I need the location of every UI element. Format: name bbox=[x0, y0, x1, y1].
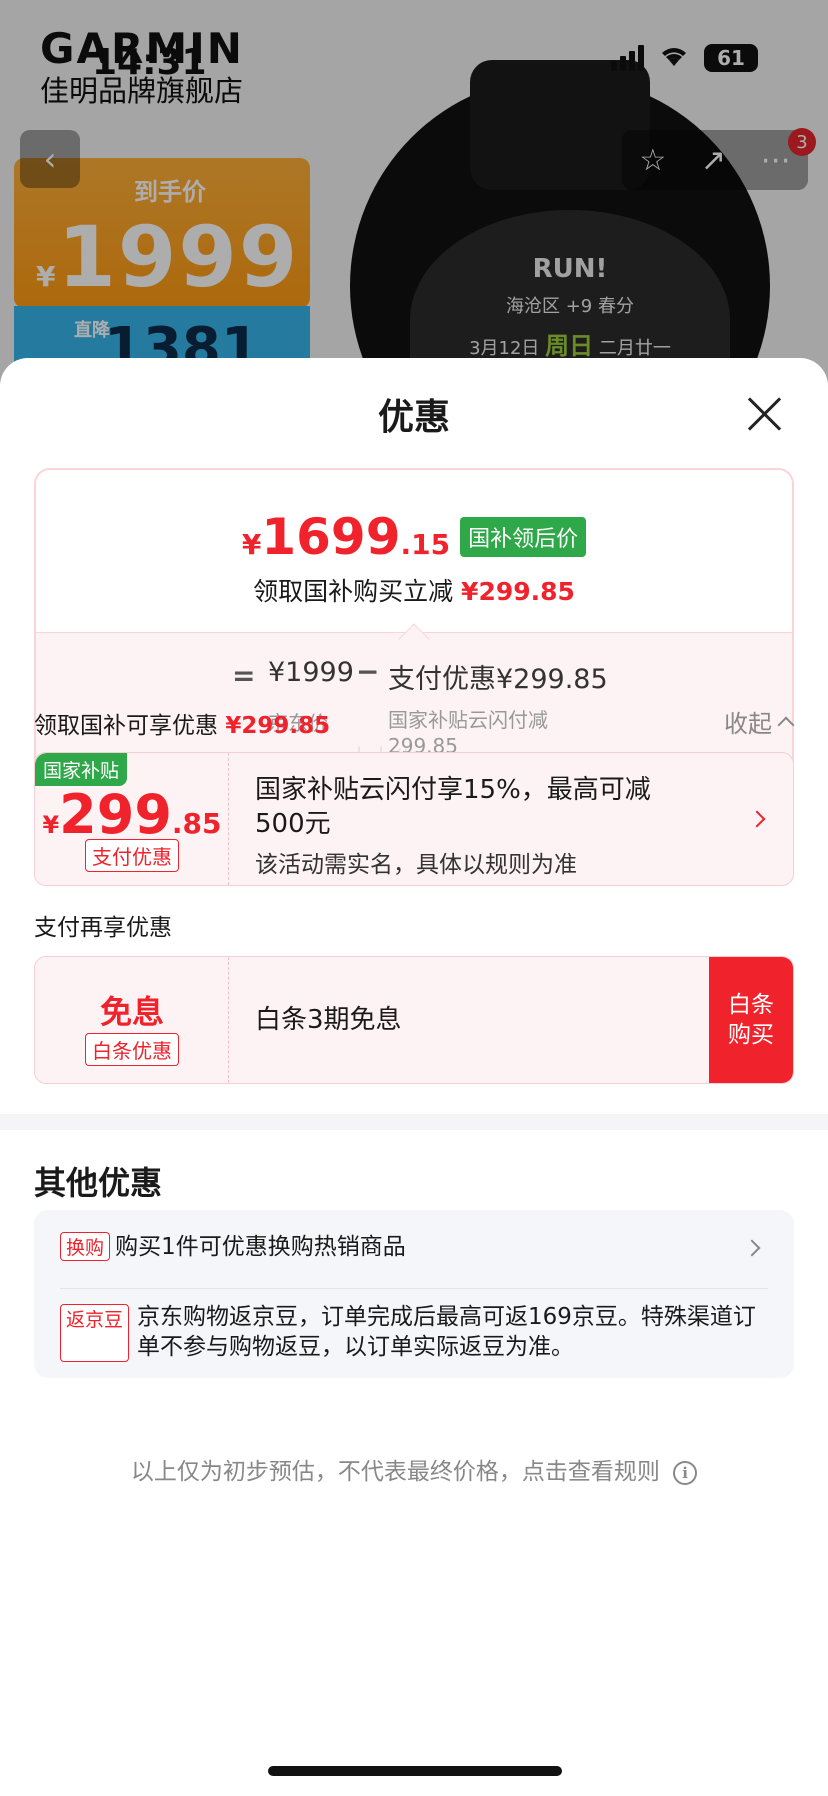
baitiao-big-text: 免息 bbox=[99, 993, 164, 1031]
chevron-right-icon bbox=[748, 810, 766, 828]
subsidy-main-text: 国家补贴云闪付享15%，最高可减500元 bbox=[255, 775, 651, 839]
collapse-label: 收起 bbox=[724, 710, 772, 738]
subsidy-coupon[interactable]: 国家补贴 ¥299.85 支付优惠 国家补贴云闪付享15%，最高可减500元 该… bbox=[34, 752, 794, 886]
baitiao-tag-wrap: 白条优惠 bbox=[35, 1033, 229, 1066]
final-price: ¥1699.15 bbox=[241, 508, 451, 566]
close-icon[interactable] bbox=[744, 394, 784, 434]
baitiao-tag: 白条优惠 bbox=[85, 1033, 179, 1066]
summary-description: 领取国补购买立减 ¥299.85 bbox=[36, 572, 792, 608]
chevron-up-icon bbox=[777, 716, 795, 733]
info-icon: i bbox=[673, 1460, 698, 1485]
jingdou-text: 京东购物返京豆，订单完成后最高可返169京豆。特殊渠道订单不参与购物返豆，以订单… bbox=[137, 1304, 756, 1360]
collapse-button[interactable]: 收起 bbox=[724, 704, 795, 739]
rules-link[interactable]: 以上仅为初步预估，不代表最终价格，点击查看规则 i bbox=[0, 1452, 828, 1486]
baitiao-main-text: 白条3期免息 bbox=[255, 1005, 402, 1035]
subsidy-tag-wrap: 支付优惠 bbox=[35, 839, 229, 872]
final-price-row: ¥1699.15 国补领后价 bbox=[36, 470, 792, 566]
summary-desc-amount: ¥299.85 bbox=[461, 577, 575, 606]
other-discounts-list: 换购 购买1件可优惠换购热销商品 返京豆 京东购物返京豆，订单完成后最高可返16… bbox=[34, 1210, 794, 1378]
subsidy-flag: 国家补贴 bbox=[35, 753, 128, 786]
baitiao-coupon: 免息 白条优惠 白条3期免息 白条购买 bbox=[34, 956, 794, 1084]
subsidy-section-label: 领取国补可享优惠 ¥299.85 bbox=[34, 713, 331, 739]
subsidy-amount: ¥299.85 bbox=[42, 783, 222, 846]
baitiao-coupon-left: 免息 白条优惠 bbox=[35, 957, 229, 1083]
exchange-tag: 换购 bbox=[60, 1232, 111, 1261]
equals-symbol: = bbox=[232, 659, 256, 692]
footer-note-text: 以上仅为初步预估，不代表最终价格，点击查看规则 bbox=[130, 1459, 660, 1485]
summary-desc-text: 领取国补购买立减 bbox=[253, 577, 454, 606]
section-divider bbox=[0, 1114, 828, 1130]
summary-top: ¥1699.15 国补领后价 领取国补购买立减 ¥299.85 bbox=[36, 470, 792, 632]
list-divider bbox=[60, 1288, 768, 1289]
list-item-exchange[interactable]: 换购 购买1件可优惠换购热销商品 bbox=[60, 1232, 768, 1262]
discount-sheet: 优惠 ¥1699.15 国补领后价 领取国补购买立减 ¥299.85 = ¥19… bbox=[0, 358, 828, 1796]
subsidy-sub-text: 该活动需实名，具体以规则为准 bbox=[255, 852, 577, 878]
modal-overlay[interactable] bbox=[0, 0, 828, 420]
jingdou-tag: 返京豆 bbox=[60, 1304, 130, 1362]
jd-price: ¥1999 bbox=[268, 657, 354, 688]
home-indicator[interactable] bbox=[268, 1766, 562, 1776]
sheet-title: 优惠 bbox=[377, 397, 450, 438]
subsidy-coupon-left: 国家补贴 ¥299.85 支付优惠 bbox=[35, 753, 229, 885]
subsidy-section-amount: ¥299.85 bbox=[225, 713, 331, 739]
exchange-text: 购买1件可优惠换购热销商品 bbox=[115, 1234, 406, 1260]
pay-discount: 支付优惠¥299.85 bbox=[388, 664, 608, 695]
pay-section-label: 支付再享优惠 bbox=[34, 915, 172, 941]
final-price-tag: 国补领后价 bbox=[460, 517, 587, 557]
minus-symbol: − bbox=[356, 655, 380, 688]
chevron-right-icon bbox=[743, 1239, 761, 1257]
subsidy-tag: 支付优惠 bbox=[85, 839, 179, 872]
product-page-background: RUN! 海沧区 +9 春分 3月12日 周日 二月廿一 GARMIN 14:3… bbox=[0, 0, 828, 420]
other-discounts-title: 其他优惠 bbox=[34, 1164, 163, 1202]
baitiao-buy-button[interactable]: 白条购买 bbox=[709, 957, 793, 1083]
list-item-jingdou: 返京豆 京东购物返京豆，订单完成后最高可返169京豆。特殊渠道订单不参与购物返豆… bbox=[60, 1302, 768, 1362]
